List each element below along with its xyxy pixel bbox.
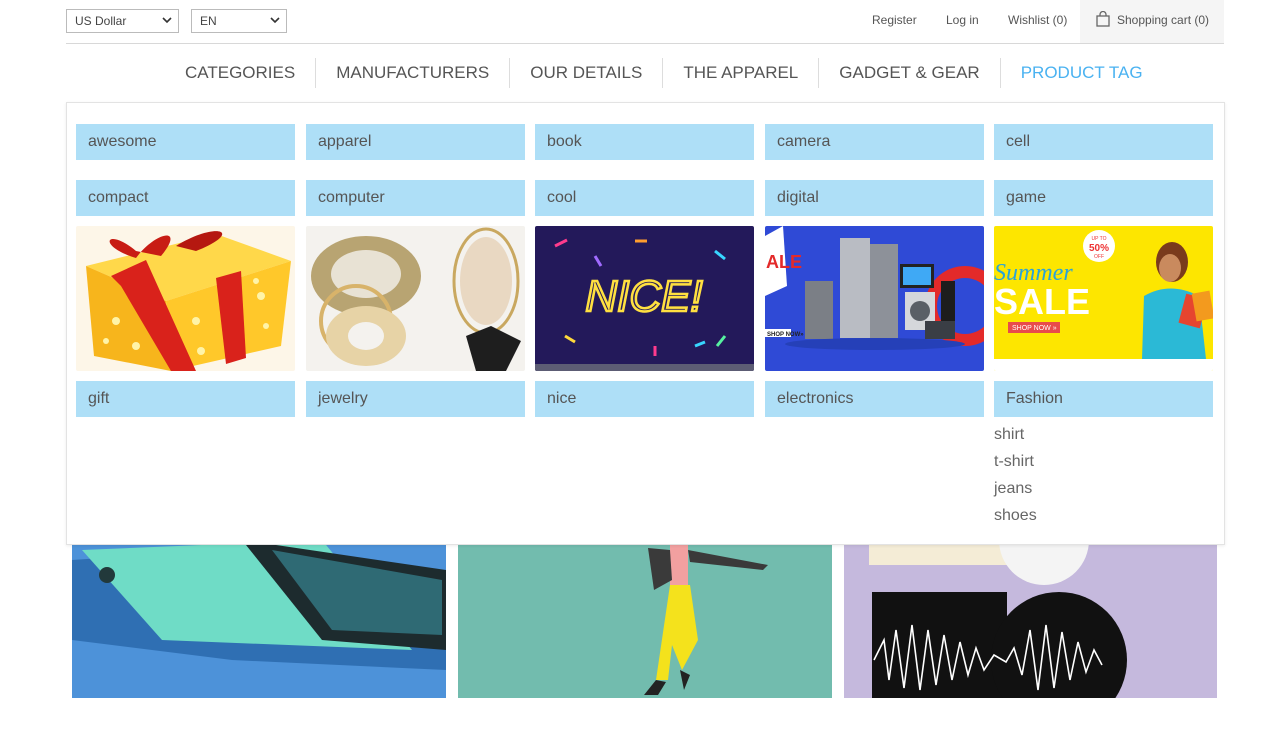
- tag-awesome[interactable]: awesome: [76, 124, 295, 160]
- language-value: EN: [200, 14, 217, 28]
- nav-product-tag[interactable]: PRODUCT TAG: [1001, 58, 1163, 88]
- tag-book[interactable]: book: [535, 124, 754, 160]
- tag-game[interactable]: game: [994, 180, 1213, 216]
- nav-manufacturers[interactable]: MANUFACTURERS: [316, 58, 511, 88]
- register-link[interactable]: Register: [872, 13, 917, 27]
- tag-camera[interactable]: camera: [765, 124, 984, 160]
- jewelry-image[interactable]: [306, 226, 525, 371]
- music-banner[interactable]: [844, 530, 1217, 698]
- nav-categories[interactable]: CATEGORIES: [165, 58, 317, 88]
- tag-fashion[interactable]: Fashion: [994, 381, 1213, 417]
- main-nav: CATEGORIES MANUFACTURERS OUR DETAILS THE…: [165, 58, 1163, 88]
- product-tag-dropdown: awesome apparel book camera cell compact…: [66, 102, 1225, 545]
- nav-gadget-gear[interactable]: GADGET & GEAR: [819, 58, 1001, 88]
- sale-badge-upto: UP TO: [1091, 236, 1106, 242]
- tag-jewelry[interactable]: jewelry: [306, 381, 525, 417]
- currency-value: US Dollar: [75, 14, 127, 28]
- subtag-shoes[interactable]: shoes: [994, 507, 1037, 525]
- tag-digital[interactable]: digital: [765, 180, 984, 216]
- wishlist-link[interactable]: Wishlist (0): [1008, 13, 1067, 27]
- tag-compact[interactable]: compact: [76, 180, 295, 216]
- tag-apparel[interactable]: apparel: [306, 124, 525, 160]
- shop-now-small: SHOP NOW»: [767, 332, 804, 338]
- login-link[interactable]: Log in: [946, 13, 979, 27]
- chevron-down-icon: [162, 14, 172, 28]
- nice-text: NICE!: [585, 272, 702, 321]
- tag-cell[interactable]: cell: [994, 124, 1213, 160]
- language-select[interactable]: EN: [191, 9, 287, 33]
- fashion-banner[interactable]: [458, 530, 832, 698]
- subtag-t-shirt[interactable]: t-shirt: [994, 453, 1034, 471]
- tag-gift[interactable]: gift: [76, 381, 295, 417]
- tag-cool[interactable]: cool: [535, 180, 754, 216]
- subtag-shirt[interactable]: shirt: [994, 426, 1024, 444]
- currency-select[interactable]: US Dollar: [66, 9, 179, 33]
- nav-our-details[interactable]: OUR DETAILS: [510, 58, 664, 88]
- shopping-bag-icon: [1096, 10, 1110, 32]
- tag-electronics[interactable]: electronics: [765, 381, 984, 417]
- electronics-image[interactable]: ALE SHOP NOW»: [765, 226, 984, 371]
- fashion-image[interactable]: UP TO 50% OFF Summer SALE SHOP NOW »: [994, 226, 1213, 371]
- shop-now-text: SHOP NOW »: [1012, 325, 1057, 332]
- header-bar: US Dollar EN Register Log in Wishlist (0…: [66, 0, 1224, 44]
- tag-computer[interactable]: computer: [306, 180, 525, 216]
- tag-nice[interactable]: nice: [535, 381, 754, 417]
- gift-image[interactable]: [76, 226, 295, 371]
- nice-image[interactable]: NICE!: [535, 226, 754, 371]
- chevron-down-icon: [270, 14, 280, 28]
- sale-badge-off: OFF: [1094, 254, 1104, 260]
- nav-the-apparel[interactable]: THE APPAREL: [663, 58, 820, 88]
- sale-badge-percent: 50%: [1089, 243, 1109, 254]
- cart-label: Shopping cart (0): [1117, 13, 1210, 27]
- electronics-sale-text: ALE: [766, 252, 802, 272]
- phone-banner[interactable]: [72, 530, 446, 698]
- sale-text: SALE: [994, 281, 1090, 322]
- subtag-jeans[interactable]: jeans: [994, 480, 1032, 498]
- shopping-cart-link[interactable]: Shopping cart (0): [1080, 0, 1224, 43]
